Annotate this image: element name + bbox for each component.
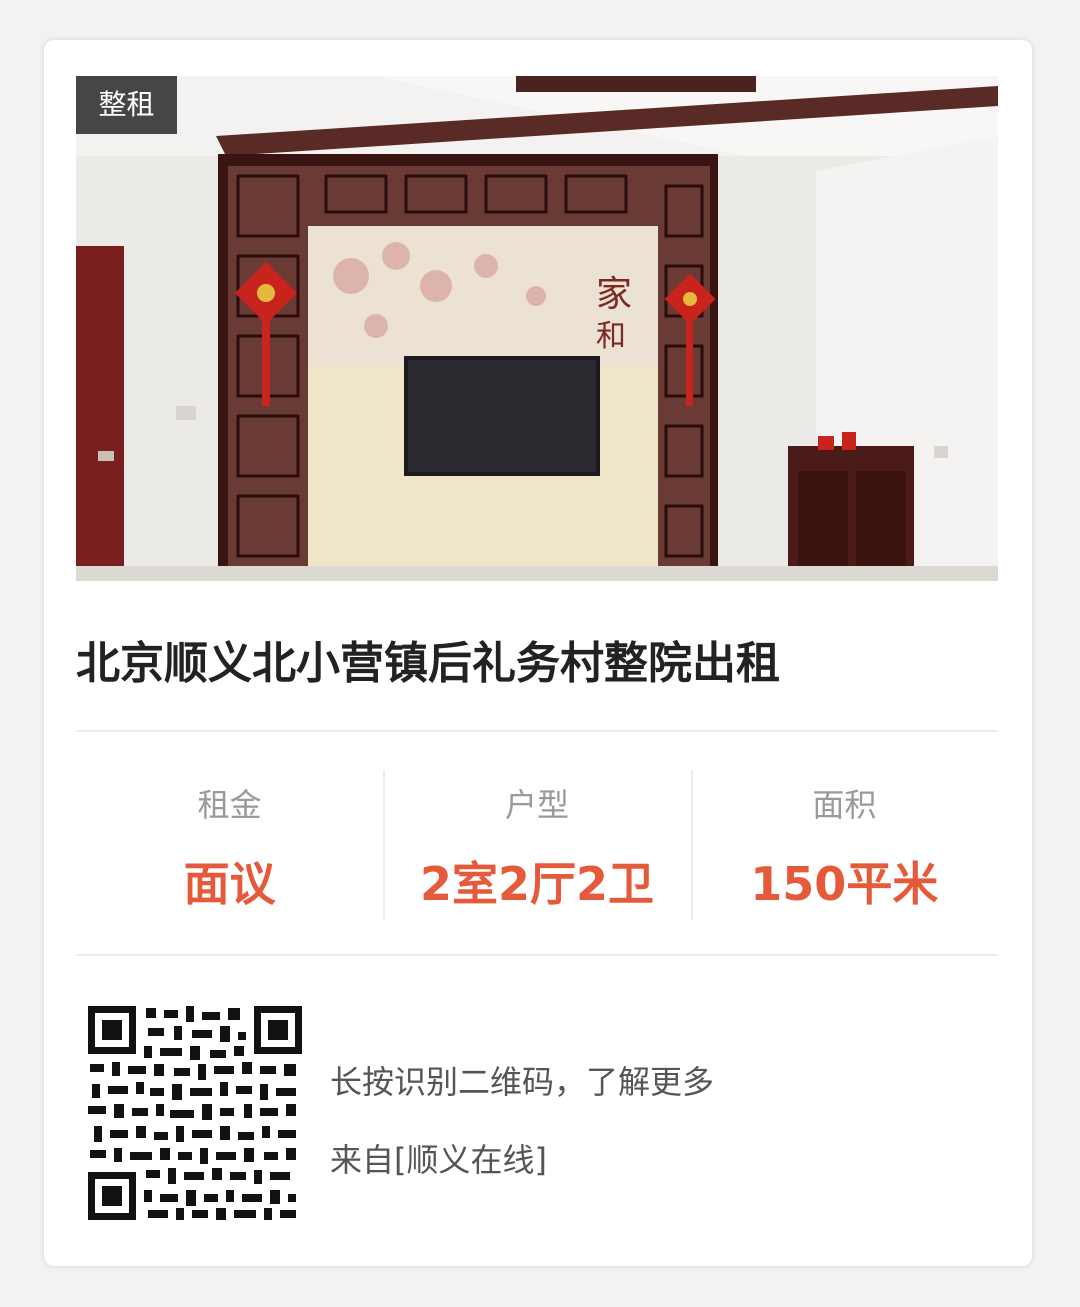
svg-text:家: 家: [596, 274, 632, 315]
stat-label: 户型: [504, 786, 569, 824]
stat-area: 面积 150平米: [690, 770, 998, 954]
living-room-photo: 家 和: [76, 76, 998, 581]
qr-hint-text: 长按识别二维码，了解更多: [330, 1063, 715, 1101]
stat-value: 150平米: [750, 857, 939, 911]
listing-card[interactable]: 家 和 整租 北京顺义北小营镇后礼务村整院出租 租金 面议 户型 2室2厅2卫 …: [44, 40, 1032, 1266]
divider: [76, 954, 998, 956]
stat-layout: 户型 2室2厅2卫: [383, 770, 690, 954]
stat-value: 2室2厅2卫: [419, 857, 654, 911]
listing-title[interactable]: 北京顺义北小营镇后礼务村整院出租: [76, 636, 998, 692]
stat-value: 面议: [183, 857, 276, 911]
divider: [76, 730, 998, 732]
listing-photo[interactable]: 家 和 整租: [76, 76, 998, 581]
svg-text:和: 和: [596, 319, 626, 354]
stat-label: 租金: [197, 786, 262, 824]
source-text: 来自[顺义在线]: [330, 1141, 547, 1179]
stat-rent: 租金 面议: [76, 770, 383, 954]
qr-code-icon[interactable]: [88, 1006, 302, 1220]
stat-label: 面积: [812, 786, 877, 824]
listing-stats: 租金 面议 户型 2室2厅2卫 面积 150平米: [76, 770, 998, 954]
listing-type-badge: 整租: [76, 76, 177, 134]
